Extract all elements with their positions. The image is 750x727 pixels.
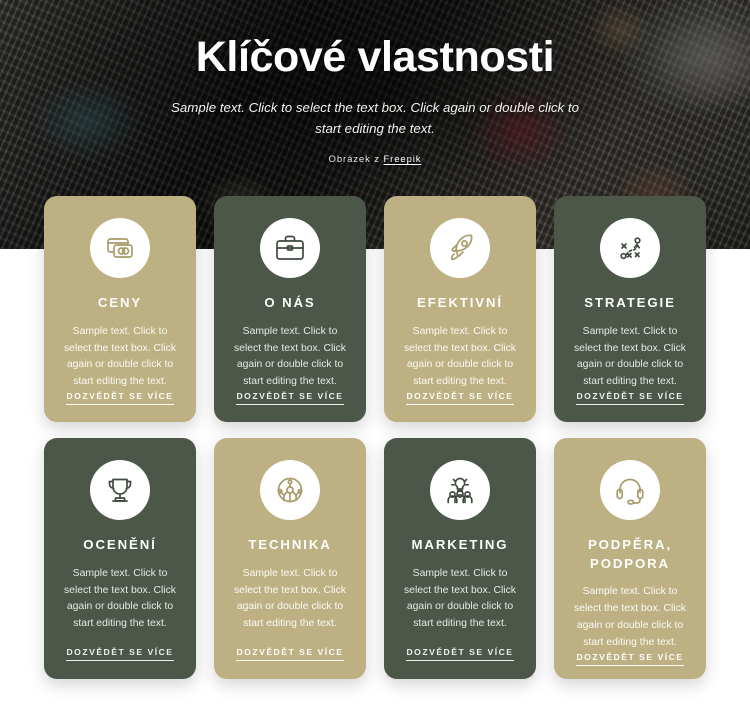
icon-badge — [90, 218, 150, 278]
card-description: Sample text. Click to select the text bo… — [63, 567, 177, 630]
feature-card-grid: CENY Sample text. Click to select the tex… — [44, 196, 708, 679]
rocket-icon — [450, 234, 473, 261]
circuit-icon — [277, 477, 303, 503]
feature-card[interactable]: O NÁS Sample text. Click to select the te… — [214, 196, 366, 422]
page-title: Klíčové vlastnosti — [195, 33, 555, 81]
feature-card[interactable]: STRATEGIE Sample text. Click to select th… — [554, 196, 706, 422]
feature-card[interactable]: OCENĚNÍ Sample text. Click to select the … — [44, 438, 196, 679]
icon-badge — [430, 218, 490, 278]
card-description: Sample text. Click to select the text bo… — [403, 325, 517, 388]
card-title: PODPĚRA, PODPORA — [587, 537, 673, 571]
hero-content: Klíčové vlastnosti Sample text. Click to… — [0, 34, 750, 165]
card-title: O NÁS — [264, 295, 316, 310]
learn-more-link[interactable]: DOZVĚDĚT SE VÍCE — [236, 391, 344, 406]
feature-card[interactable]: TECHNIKA Sample text. Click to select the… — [214, 438, 366, 679]
page-root: Klíčové vlastnosti Sample text. Click to… — [0, 0, 750, 727]
learn-more-link[interactable]: DOZVĚDĚT SE VÍCE — [406, 647, 514, 661]
learn-more-link[interactable]: DOZVĚDĚT SE VÍCE — [66, 647, 174, 661]
card-description: Sample text. Click to select the text bo… — [233, 567, 347, 630]
icon-badge — [600, 460, 660, 520]
lightbulb-people-icon — [447, 477, 473, 504]
card-description: Sample text. Click to select the text bo… — [573, 586, 687, 648]
learn-more-link[interactable]: DOZVĚDĚT SE VÍCE — [406, 391, 514, 406]
card-description: Sample text. Click to select the text bo… — [63, 325, 177, 388]
card-title: EFEKTIVNÍ — [417, 295, 503, 310]
icon-badge — [430, 460, 490, 520]
card-title: CENY — [97, 295, 143, 310]
card-title: TECHNIKA — [248, 537, 332, 552]
card-title: MARKETING — [411, 537, 509, 552]
card-title: OCENĚNÍ — [83, 537, 157, 552]
image-credit: Obrázek z Freepik — [0, 154, 750, 165]
hero-subtitle: Sample text. Click to select the text bo… — [171, 100, 579, 137]
learn-more-link[interactable]: DOZVĚDĚT SE VÍCE — [236, 647, 344, 661]
strategy-playbook-icon — [620, 237, 641, 260]
learn-more-link[interactable]: DOZVĚDĚT SE VÍCE — [576, 652, 684, 666]
feature-card[interactable]: EFEKTIVNÍ Sample text. Click to select th… — [384, 196, 536, 422]
image-credit-prefix: Obrázek z — [328, 153, 384, 165]
credit-cards-icon — [107, 238, 133, 258]
briefcase-icon — [276, 235, 304, 260]
card-description: Sample text. Click to select the text bo… — [403, 567, 517, 630]
icon-badge — [260, 460, 320, 520]
card-description: Sample text. Click to select the text bo… — [233, 325, 347, 388]
icon-badge — [260, 218, 320, 278]
feature-card[interactable]: CENY Sample text. Click to select the tex… — [44, 196, 196, 422]
freepik-link[interactable]: Freepik — [383, 154, 421, 165]
learn-more-link[interactable]: DOZVĚDĚT SE VÍCE — [576, 391, 684, 406]
icon-badge — [600, 218, 660, 278]
card-title: STRATEGIE — [584, 295, 676, 310]
card-description: Sample text. Click to select the text bo… — [573, 325, 687, 388]
trophy-icon — [108, 478, 132, 502]
headset-icon — [616, 478, 644, 505]
feature-card[interactable]: PODPĚRA, PODPORA Sample text. Click to se… — [554, 438, 706, 679]
feature-card[interactable]: MARKETING Sample text. Click to select th… — [384, 438, 536, 679]
icon-badge — [90, 460, 150, 520]
learn-more-link[interactable]: DOZVĚDĚT SE VÍCE — [66, 391, 174, 406]
